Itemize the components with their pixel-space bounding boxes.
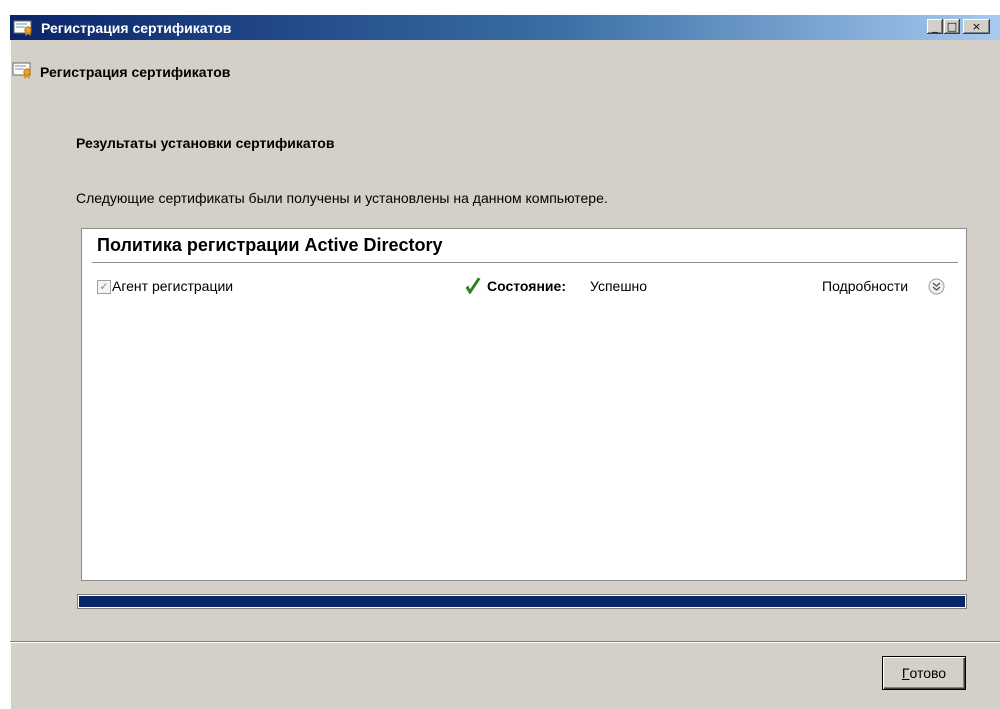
window-title: Регистрация сертификатов bbox=[41, 20, 232, 36]
certificate-enrollment-window: Регистрация сертификатов _ □ × Регистрац… bbox=[10, 15, 1000, 709]
window-titlebar[interactable]: Регистрация сертификатов _ □ × bbox=[10, 15, 1000, 40]
done-button-mnemonic: Г bbox=[901, 665, 910, 681]
certificate-list-panel: Политика регистрации Active Directory ✓ … bbox=[81, 228, 967, 581]
wizard-header: Регистрация сертификатов bbox=[10, 40, 1000, 110]
done-button-label: отово bbox=[909, 665, 947, 681]
certificate-row: ✓ Агент регистрации Состояние: Успешно П… bbox=[82, 277, 966, 299]
certificate-checkbox[interactable]: ✓ bbox=[97, 280, 111, 294]
results-description: Следующие сертификаты были получены и ус… bbox=[76, 190, 608, 206]
policy-title: Политика регистрации Active Directory bbox=[97, 235, 443, 255]
certificate-name: Агент регистрации bbox=[112, 278, 234, 294]
green-checkmark-icon bbox=[465, 277, 481, 297]
status-value: Успешно bbox=[590, 278, 648, 294]
progress-bar bbox=[77, 594, 967, 609]
details-link[interactable]: Подробности bbox=[822, 278, 908, 294]
results-heading: Результаты установки сертификатов bbox=[76, 135, 335, 151]
close-button[interactable]: × bbox=[963, 19, 990, 34]
minimize-button[interactable]: _ bbox=[927, 19, 943, 34]
status-label: Состояние: bbox=[487, 278, 566, 294]
expand-chevrons-icon[interactable] bbox=[928, 278, 945, 295]
done-button[interactable]: Готово bbox=[882, 656, 966, 690]
certificate-icon bbox=[13, 19, 35, 36]
certificate-icon bbox=[12, 61, 34, 79]
wizard-title: Регистрация сертификатов bbox=[40, 64, 231, 80]
footer-separator bbox=[10, 641, 1000, 643]
maximize-button[interactable]: □ bbox=[944, 19, 960, 34]
policy-divider bbox=[92, 262, 958, 263]
progress-fill bbox=[79, 596, 965, 607]
